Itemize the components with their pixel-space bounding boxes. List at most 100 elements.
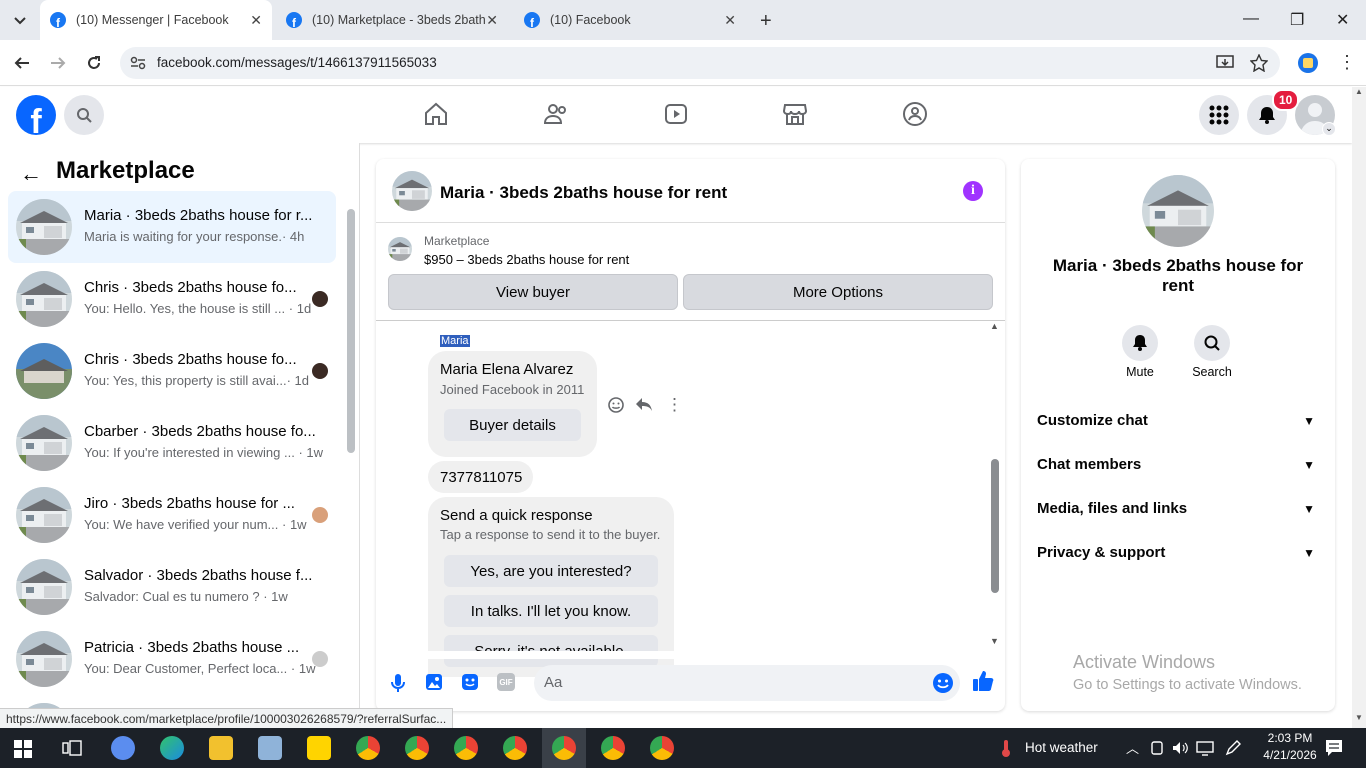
clock-date[interactable]: 4/21/2026 bbox=[1260, 748, 1320, 762]
quick-reply-button[interactable]: Yes, are you interested? bbox=[444, 555, 658, 587]
paint-app-icon[interactable] bbox=[258, 736, 282, 760]
task-view-icon[interactable] bbox=[62, 739, 82, 757]
security-app-icon[interactable] bbox=[111, 736, 135, 760]
chat-title[interactable]: Maria · 3beds 2baths house for rent bbox=[440, 183, 727, 203]
tab-title: (10) Messenger | Facebook bbox=[76, 13, 229, 27]
close-tab-icon[interactable]: ✕ bbox=[724, 12, 736, 29]
chrome-profile-icon[interactable] bbox=[552, 736, 576, 760]
sticky-notes-icon[interactable] bbox=[307, 736, 331, 760]
windows-start-icon[interactable] bbox=[14, 740, 32, 758]
apps-grid-icon bbox=[1209, 105, 1229, 125]
browser-menu-icon[interactable]: ⋮ bbox=[1338, 52, 1356, 73]
marketplace-icon[interactable] bbox=[782, 101, 808, 127]
install-app-icon[interactable] bbox=[1216, 55, 1234, 71]
page-scrollbar[interactable]: ▲ ▼ bbox=[1352, 87, 1366, 728]
conversation-item[interactable]: Chris · 3beds 2baths house fo... You: He… bbox=[8, 263, 336, 335]
back-arrow-icon[interactable]: ← bbox=[20, 161, 42, 187]
chrome-profile-icon[interactable] bbox=[454, 736, 478, 760]
conversation-item[interactable]: Chris · 3beds 2baths house fo... You: Ye… bbox=[8, 335, 336, 407]
tab-marketplace[interactable]: f (10) Marketplace - 3beds 2bath ✕ bbox=[276, 0, 508, 40]
more-options-button[interactable]: More Options bbox=[683, 274, 993, 310]
sticker-icon[interactable] bbox=[461, 673, 479, 691]
conversation-item[interactable]: Cbarber · 3beds 2baths house fo... You: … bbox=[8, 407, 336, 479]
message-bubble: 7377811075 bbox=[428, 461, 533, 493]
site-settings-icon[interactable] bbox=[130, 56, 146, 70]
reply-icon[interactable] bbox=[635, 397, 653, 413]
bookmark-star-icon[interactable] bbox=[1250, 54, 1268, 72]
privacy-support-section[interactable]: Privacy & support ▼ bbox=[1037, 544, 1319, 568]
forward-icon[interactable] bbox=[50, 55, 66, 71]
facebook-logo-icon[interactable]: f bbox=[16, 95, 56, 135]
buyer-details-button[interactable]: Buyer details bbox=[444, 409, 581, 441]
scroll-up-icon[interactable]: ▲ bbox=[1355, 87, 1363, 96]
react-smiley-icon[interactable] bbox=[607, 396, 625, 414]
account-chevron-icon[interactable]: ⌄ bbox=[1322, 122, 1336, 136]
more-actions-icon[interactable]: ⋮ bbox=[666, 395, 683, 415]
menu-button[interactable] bbox=[1199, 95, 1239, 135]
address-bar[interactable]: facebook.com/messages/t/1466137911565033 bbox=[120, 47, 1280, 79]
facebook-favicon-icon: f bbox=[50, 12, 66, 28]
friends-icon[interactable] bbox=[543, 101, 569, 127]
close-window-icon[interactable]: ✕ bbox=[1336, 10, 1349, 30]
search-button[interactable] bbox=[64, 95, 104, 135]
like-thumb-icon[interactable] bbox=[972, 670, 994, 692]
pen-icon[interactable] bbox=[1224, 739, 1242, 757]
customize-chat-section[interactable]: Customize chat ▼ bbox=[1037, 412, 1319, 436]
close-tab-icon[interactable]: ✕ bbox=[486, 12, 498, 29]
emoji-icon[interactable] bbox=[932, 672, 954, 694]
clock-time[interactable]: 2:03 PM bbox=[1260, 731, 1320, 745]
chat-members-section[interactable]: Chat members ▼ bbox=[1037, 456, 1319, 480]
microphone-icon[interactable] bbox=[390, 673, 406, 693]
tray-overflow-icon[interactable]: ︿ bbox=[1126, 738, 1139, 757]
chrome-icon[interactable] bbox=[356, 736, 380, 760]
tab-messenger[interactable]: f (10) Messenger | Facebook ✕ bbox=[40, 0, 272, 40]
listing-thumbnail bbox=[16, 487, 72, 543]
search-in-chat-button[interactable] bbox=[1194, 325, 1230, 361]
groups-icon[interactable] bbox=[902, 101, 928, 127]
media-files-links-section[interactable]: Media, files and links ▼ bbox=[1037, 500, 1319, 524]
notification-center-icon[interactable] bbox=[1325, 739, 1343, 757]
scroll-down-icon[interactable]: ▼ bbox=[990, 636, 999, 646]
restore-icon[interactable]: ❐ bbox=[1290, 10, 1304, 30]
tab-search-chevron-icon[interactable] bbox=[12, 12, 28, 28]
edge-browser-icon[interactable] bbox=[160, 736, 184, 760]
meet-now-icon[interactable] bbox=[1150, 740, 1164, 756]
minimize-icon[interactable]: — bbox=[1243, 10, 1259, 28]
conversation-item[interactable]: Jiro · 3beds 2baths house for ... You: W… bbox=[8, 479, 336, 551]
seen-avatar bbox=[312, 507, 328, 523]
volume-icon[interactable] bbox=[1172, 740, 1188, 756]
photo-icon[interactable] bbox=[425, 673, 443, 691]
chrome-profile-icon[interactable] bbox=[601, 736, 625, 760]
close-tab-icon[interactable]: ✕ bbox=[250, 12, 262, 29]
mute-button[interactable] bbox=[1122, 325, 1158, 361]
gif-icon[interactable]: GIF bbox=[497, 673, 515, 691]
chrome-profile-icon[interactable] bbox=[405, 736, 429, 760]
back-icon[interactable] bbox=[14, 55, 30, 71]
home-icon[interactable] bbox=[423, 101, 449, 127]
video-icon[interactable] bbox=[663, 101, 689, 127]
weather-text[interactable]: Hot weather bbox=[1025, 740, 1098, 755]
new-tab-icon[interactable]: + bbox=[760, 10, 772, 33]
info-icon[interactable]: i bbox=[963, 181, 983, 201]
chat-scrollbar[interactable] bbox=[991, 459, 999, 593]
thermometer-icon[interactable] bbox=[996, 738, 1016, 758]
buyer-profile-card: Maria Elena Alvarez Joined Facebook in 2… bbox=[428, 351, 597, 457]
chat-avatar[interactable] bbox=[392, 171, 432, 211]
reload-icon[interactable] bbox=[86, 55, 102, 71]
conversation-list-scrollbar[interactable] bbox=[347, 209, 355, 453]
conversation-item[interactable]: Salvador · 3beds 2baths house f... Salva… bbox=[8, 551, 336, 623]
scroll-up-icon[interactable]: ▲ bbox=[990, 321, 999, 331]
view-buyer-button[interactable]: View buyer bbox=[388, 274, 678, 310]
conversation-preview: You: We have verified your num... · 1w bbox=[84, 517, 307, 532]
profile-icon[interactable] bbox=[1298, 53, 1318, 73]
conversation-item[interactable]: Maria · 3beds 2baths house for r... Mari… bbox=[8, 191, 336, 263]
network-icon[interactable] bbox=[1196, 740, 1214, 756]
message-input[interactable]: Aa bbox=[534, 665, 960, 701]
quick-reply-button[interactable]: In talks. I'll let you know. bbox=[444, 595, 658, 627]
scroll-down-icon[interactable]: ▼ bbox=[1355, 713, 1363, 722]
file-explorer-icon[interactable] bbox=[209, 736, 233, 760]
chrome-profile-icon[interactable] bbox=[650, 736, 674, 760]
tab-facebook[interactable]: f (10) Facebook ✕ bbox=[514, 0, 746, 40]
conversation-item[interactable]: Patricia · 3beds 2baths house ... You: D… bbox=[8, 623, 336, 695]
chrome-profile-icon[interactable] bbox=[503, 736, 527, 760]
